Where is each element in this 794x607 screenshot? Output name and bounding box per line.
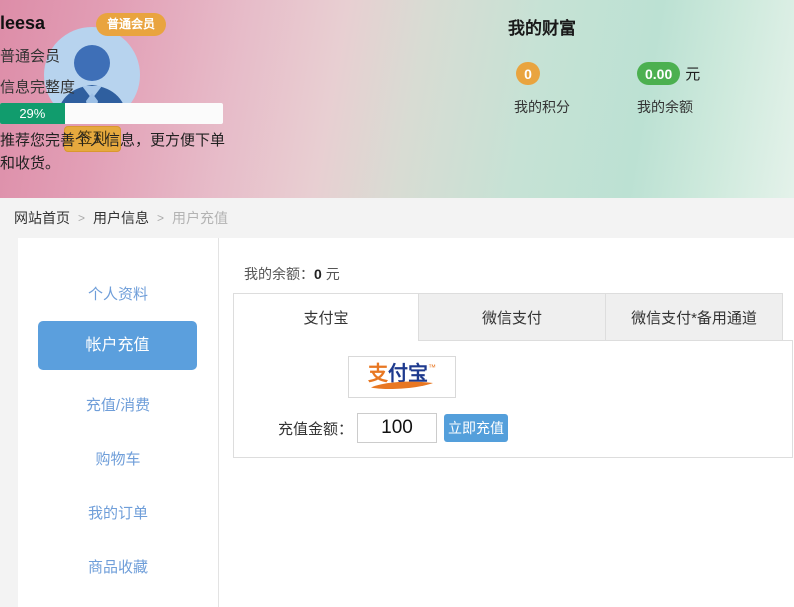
sidebar-item-cart[interactable]: 购物车 [18,448,218,469]
content-area: 个人资料 帐户充值 充值/消费 购物车 我的订单 商品收藏 我的余额：0 元 支… [0,238,794,607]
balance-unit: 元 [685,66,701,83]
breadcrumb-separator: > [78,211,86,225]
balance-label: 我的余额 [637,99,693,115]
tab-wechat-pay[interactable]: 微信支付 [419,293,606,341]
tabbar-filler [783,293,793,341]
breadcrumb: 网站首页 > 用户信息 > 用户充值 [0,198,794,238]
tip-line1: 推荐您完善个人信息，更方便下单 [0,132,226,149]
recharge-amount-input[interactable] [357,413,438,443]
recharge-now-button[interactable]: 立即充值 [444,414,509,442]
username: leesa [0,13,46,33]
balance-line-prefix: 我的余额： [244,266,314,282]
sidebar-item-orders[interactable]: 我的订单 [18,502,218,523]
recharge-form: 充值金额： 立即充值 [278,413,509,443]
alipay-trademark: ™ [428,363,436,372]
alipay-logo: 支付宝™ [368,364,436,390]
completeness-progress: 29% [0,103,223,124]
breadcrumb-current: 用户充值 [172,210,229,226]
member-level-text: 普通会员 [0,48,61,65]
profile-header: 普通会员 签到 leesa 普通会员 信息完整度 29% 推荐您完善个人信息，更… [0,0,794,198]
balance-line-unit: 元 [325,266,340,282]
member-level-badge: 普通会员 [96,13,167,36]
balance-group: 0.00 元 [637,62,700,85]
left-gutter [0,238,18,607]
sidebar-item-profile[interactable]: 个人资料 [18,283,218,304]
balance-line: 我的余额：0 元 [244,264,340,284]
balance-badge: 0.00 [637,62,681,85]
wealth-title: 我的财富 [508,19,576,38]
tab-wechat-pay-backup[interactable]: 微信支付*备用通道 [606,293,783,341]
profile-tip: 推荐您完善个人信息，更方便下单 和收货。 [0,129,330,175]
payment-tabs: 支付宝 微信支付 微信支付*备用通道 [233,293,793,341]
main-panel: 我的余额：0 元 支付宝 微信支付 微信支付*备用通道 支付宝™ 充值金额： 立… [219,238,794,607]
points-label: 我的积分 [514,99,570,115]
tip-line2: 和收货。 [0,155,61,172]
completeness-label: 信息完整度 [0,79,76,96]
sidebar-item-recharge[interactable]: 帐户充值 [38,321,197,370]
sidebar-item-favorites[interactable]: 商品收藏 [18,556,218,577]
recharge-amount-label: 充值金额： [278,420,354,438]
sidebar-nav: 个人资料 帐户充值 充值/消费 购物车 我的订单 商品收藏 [18,238,219,607]
alipay-swoosh-icon [371,381,433,389]
breadcrumb-user-info[interactable]: 用户信息 [93,208,149,228]
sidebar-item-history[interactable]: 充值/消费 [18,394,218,415]
alipay-logo-box[interactable]: 支付宝™ [348,356,456,398]
breadcrumb-separator: > [157,211,165,225]
points-badge: 0 [516,62,540,85]
balance-line-value: 0 [314,266,322,282]
breadcrumb-home[interactable]: 网站首页 [14,208,70,228]
alipay-panel: 支付宝™ 充值金额： 立即充值 [233,341,793,458]
tab-alipay[interactable]: 支付宝 [233,293,419,341]
progress-fill: 29% [0,103,65,124]
